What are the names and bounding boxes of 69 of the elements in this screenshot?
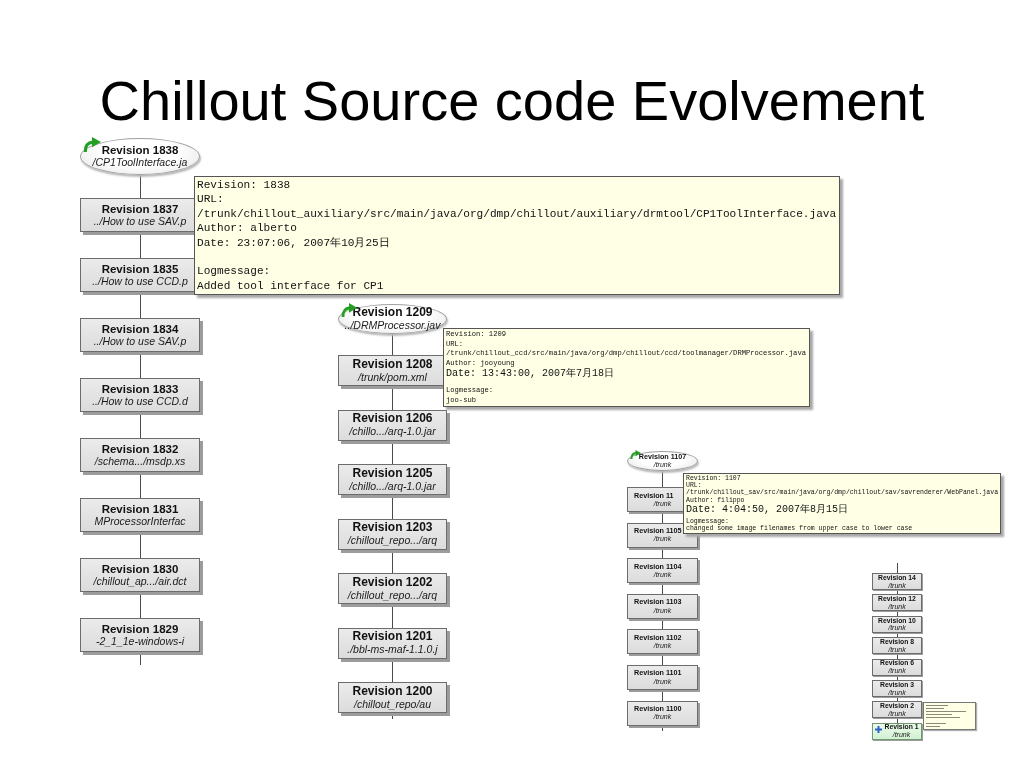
connector-line xyxy=(662,654,663,665)
connector-line xyxy=(662,471,663,487)
revision-number: Revision 1838 xyxy=(101,144,179,158)
node-path: ../DRMProcessor.jav xyxy=(344,320,441,332)
revision-number: Revision 1833 xyxy=(101,382,179,396)
node-path: /chillout_repo.../arq xyxy=(347,589,438,602)
revision-number: Revision 1205 xyxy=(352,466,433,481)
node-path: -2_1_1e-windows-i xyxy=(95,635,185,648)
node-path: ../How to use CCD.p xyxy=(92,275,188,288)
revision-number: Revision 1837 xyxy=(101,202,179,216)
revision-number: Revision 1831 xyxy=(101,502,179,516)
node-path: /trunk/pom.xml xyxy=(358,371,427,384)
node-path: /CP1ToolInterface.ja xyxy=(92,157,188,169)
tooltip-author: Author: alberto xyxy=(197,221,298,236)
connector-line xyxy=(139,652,141,665)
connector-line xyxy=(392,604,393,628)
connector-line xyxy=(392,386,393,410)
node-path: /schema.../msdp.xs xyxy=(94,455,186,468)
connector-line xyxy=(139,412,141,438)
tooltip-date: Date: 4:04:50, 2007年8月15日 xyxy=(686,503,850,515)
revision-number: Revision 1201 xyxy=(352,630,433,645)
node-path: /chillout_ap.../air.dct xyxy=(93,575,187,588)
revision-number: Revision 1835 xyxy=(101,262,179,276)
tooltip-url: /trunk/chillout_auxiliary/src/main/java/org/dmp/chillout/auxiliary/drmtool/CP1ToolInterface.java xyxy=(197,206,837,222)
revision-number: Revision 1830 xyxy=(101,562,179,576)
node-path: /chillo.../arq-1.0.jar xyxy=(349,480,436,493)
connector-line xyxy=(896,563,898,573)
curved-arrow-icon xyxy=(83,137,101,152)
tooltip-log-message: Added tool interface for CP1 xyxy=(197,278,385,294)
revision-number: Revision 1206 xyxy=(352,412,433,427)
revision-number: Revision 1209 xyxy=(352,306,433,321)
connector-line xyxy=(139,352,141,378)
revision-number: Revision 1208 xyxy=(352,357,433,372)
connector-line xyxy=(662,547,663,559)
node-path: /chillout_repo.../arq xyxy=(347,535,438,547)
curved-arrow-icon xyxy=(630,450,641,459)
plus-icon xyxy=(875,725,882,733)
revision-number: Revision 1834 xyxy=(101,322,179,336)
node-path: ./bbl-ms-maf-1.1.0.j xyxy=(347,644,438,656)
tooltip-log-label: Logmessage: xyxy=(197,264,272,279)
node-path: MProcessorInterfac xyxy=(94,515,186,528)
node-path: ../How to use SAV.p xyxy=(93,335,187,348)
revision-number: Revision 1829 xyxy=(101,622,179,636)
connector-line xyxy=(662,618,663,630)
connector-line xyxy=(139,232,141,258)
connector-line xyxy=(139,472,141,498)
tooltip-revision: Revision: 1838 xyxy=(197,178,292,193)
revision-number: Revision 1203 xyxy=(352,521,433,536)
connector-line xyxy=(392,495,393,519)
revision-number: Revision 1202 xyxy=(352,575,433,590)
connector-line xyxy=(139,175,141,198)
tooltip-date: Date: 13:43:00, 2007年7月18日 xyxy=(446,368,616,380)
connector-line xyxy=(392,334,393,355)
revision-number: Revision 1832 xyxy=(101,442,179,456)
slide-title: Chillout Source code Evolvement xyxy=(98,68,926,133)
tooltip-url-label: URL: xyxy=(197,192,225,207)
connector-line xyxy=(139,592,141,618)
node-path: /chillo.../arq-1.0.jar xyxy=(349,426,436,438)
node-path: ../How to use SAV.p xyxy=(93,215,187,228)
connector-line xyxy=(392,713,393,719)
connector-line xyxy=(662,512,663,523)
connector-line xyxy=(662,689,663,701)
node-path: ../How to use CCD.d xyxy=(92,395,188,408)
connector-line xyxy=(662,583,663,594)
revision-number: Revision 1200 xyxy=(352,684,433,699)
connector-line xyxy=(139,532,141,558)
node-path: /chillout_repo/au xyxy=(353,698,432,711)
connector-line xyxy=(139,292,141,318)
tooltip-date: Date: 23:07:06, 2007年10月25日 xyxy=(197,235,391,251)
